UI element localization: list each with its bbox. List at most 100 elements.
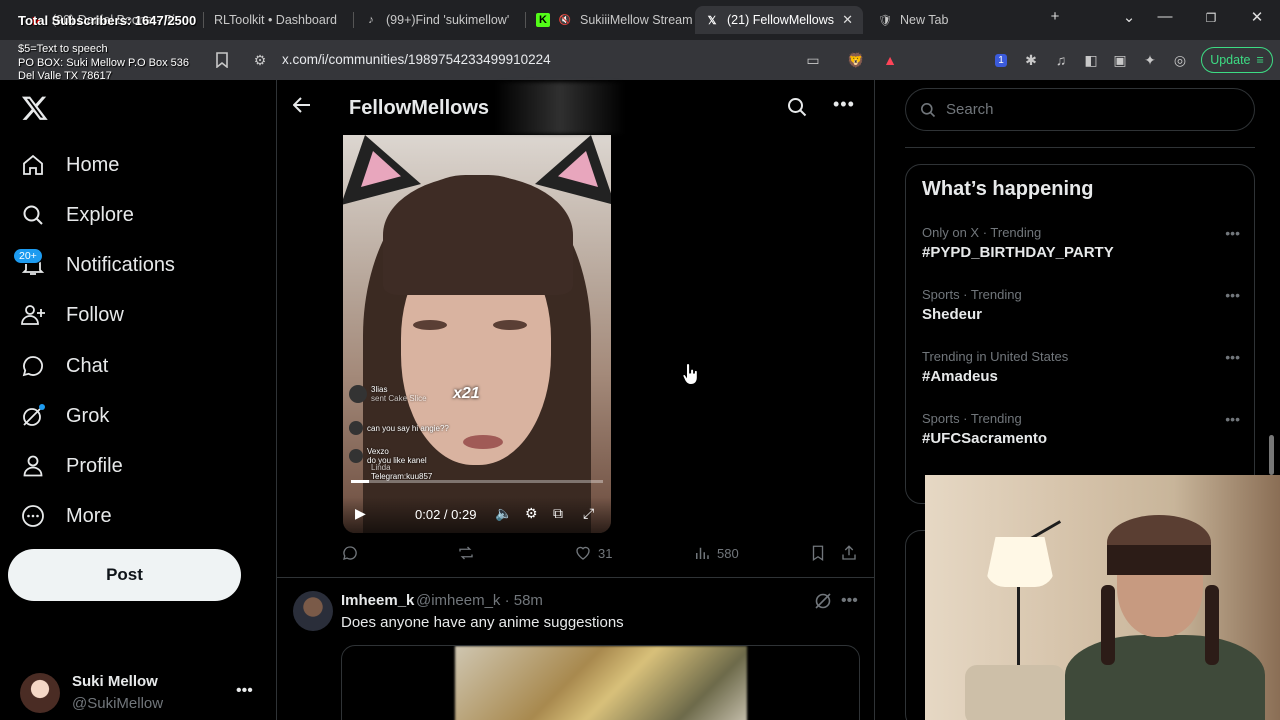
- repost-icon: [459, 546, 473, 560]
- tab-label: SukiiiMellow Stream: [580, 13, 693, 27]
- settings-icon[interactable]: ⚙: [525, 505, 538, 522]
- more-horizontal-icon[interactable]: •••: [1225, 349, 1240, 365]
- sidebar-toggle-icon[interactable]: ◧: [1081, 50, 1101, 70]
- bookmark-icon: [812, 545, 824, 562]
- section-divider: [905, 147, 1255, 148]
- restore-icon[interactable]: ❐: [1199, 11, 1223, 25]
- more-horizontal-icon[interactable]: •••: [833, 94, 855, 115]
- share-icon: [842, 545, 856, 560]
- tab-tiktok[interactable]: ♪ (99+)Find 'sukimellow': [354, 6, 524, 34]
- scrollbar-thumb[interactable]: [1269, 435, 1274, 475]
- sidebar-item-home[interactable]: Home: [20, 145, 119, 185]
- share-button[interactable]: [840, 544, 858, 562]
- post-button[interactable]: Post: [8, 549, 241, 601]
- chat-avatar: [349, 385, 367, 403]
- chat-user: Vexzo: [367, 447, 389, 456]
- post-media[interactable]: [341, 645, 860, 720]
- video-progress-bar[interactable]: [351, 480, 603, 483]
- video-mouth: [463, 435, 503, 449]
- picture-in-picture-icon[interactable]: ⧉: [553, 505, 563, 522]
- account-handle: @SukiMellow: [72, 695, 164, 712]
- heart-icon: [576, 546, 590, 560]
- trend-item[interactable]: Sports · Trending #UFCSacramento •••: [922, 411, 1240, 461]
- extension-account-icon[interactable]: 1: [991, 50, 1011, 70]
- chat-user: Linda: [371, 463, 391, 472]
- url-field[interactable]: x.com/i/communities/1989754233499910224: [282, 52, 551, 67]
- more-horizontal-icon[interactable]: •••: [1225, 411, 1240, 427]
- account-name[interactable]: Suki Mellow: [72, 673, 158, 690]
- more-circle-icon: [20, 503, 46, 529]
- avatar[interactable]: [293, 591, 333, 631]
- window-close-icon[interactable]: ✕: [1245, 8, 1269, 26]
- avatar[interactable]: [20, 673, 60, 713]
- brave-rewards-icon[interactable]: ▲: [880, 50, 900, 70]
- update-button[interactable]: Update ≡: [1201, 47, 1273, 73]
- panel-title: What’s happening: [922, 178, 1094, 200]
- streamer-body: [1065, 635, 1265, 720]
- view-count: 580: [717, 545, 739, 561]
- back-arrow-icon[interactable]: [292, 96, 311, 119]
- search-icon[interactable]: [787, 97, 807, 122]
- braid-right: [1205, 585, 1219, 665]
- muted-icon[interactable]: 🔇: [558, 13, 572, 27]
- new-tab-icon[interactable]: +: [1043, 8, 1067, 25]
- site-settings-icon[interactable]: ⚙: [250, 50, 270, 70]
- follow-icon: [20, 302, 46, 328]
- sidebar-item-grok[interactable]: Grok: [20, 396, 109, 436]
- tab-label: New Tab: [900, 13, 949, 27]
- community-header: FellowMellows •••: [277, 80, 874, 135]
- po-box-line: PO BOX: Suki Mellow P.O Box 536: [18, 56, 189, 69]
- sidebar-item-profile[interactable]: Profile: [20, 446, 123, 486]
- video-player[interactable]: 3lias sent Cake Slice x21 can you say hi …: [343, 135, 611, 533]
- sidebar-item-more[interactable]: More: [20, 496, 112, 536]
- sidebar-item-label: Explore: [66, 203, 134, 226]
- tab-kick[interactable]: K 🔇 SukiiiMellow Stream: [526, 6, 694, 34]
- minimize-icon[interactable]: —: [1153, 8, 1177, 25]
- play-icon[interactable]: ▶: [355, 505, 366, 522]
- cast-icon[interactable]: ▭: [803, 50, 823, 70]
- views-button[interactable]: 580: [693, 544, 739, 562]
- more-horizontal-icon[interactable]: •••: [1225, 225, 1240, 241]
- leo-ai-icon[interactable]: ✦: [1140, 50, 1160, 70]
- trend-item[interactable]: Sports · Trending Shedeur •••: [922, 287, 1240, 337]
- sidebar-item-notifications[interactable]: Notifications: [20, 245, 175, 285]
- trend-item[interactable]: Trending in United States #Amadeus •••: [922, 349, 1240, 399]
- grok-icon[interactable]: [814, 592, 832, 615]
- chat-icon: [20, 353, 46, 379]
- extensions-icon[interactable]: ✱: [1021, 50, 1041, 70]
- tab-fellowmellows[interactable]: 𝕏 (21) FellowMellows ✕: [695, 6, 863, 34]
- trend-item[interactable]: Only on X · Trending #PYPD_BIRTHDAY_PART…: [922, 225, 1240, 275]
- search-input[interactable]: [946, 101, 1226, 118]
- couch: [965, 665, 1065, 720]
- more-horizontal-icon[interactable]: •••: [236, 682, 253, 700]
- post-author-name[interactable]: Imheem_k: [341, 592, 414, 609]
- bookmark-button[interactable]: [809, 544, 827, 562]
- reply-button[interactable]: [341, 544, 359, 562]
- wallet-icon[interactable]: ▣: [1110, 50, 1130, 70]
- bookmark-icon[interactable]: [212, 50, 232, 70]
- vpn-icon[interactable]: ◎: [1170, 50, 1190, 70]
- post-divider: [277, 577, 874, 578]
- fullscreen-icon[interactable]: ⤢: [583, 505, 594, 522]
- like-button[interactable]: 31: [574, 544, 612, 562]
- close-icon[interactable]: ✕: [842, 12, 853, 28]
- volume-icon[interactable]: 🔈: [495, 505, 512, 522]
- search-field[interactable]: [905, 88, 1255, 131]
- more-horizontal-icon[interactable]: •••: [841, 592, 858, 610]
- more-horizontal-icon[interactable]: •••: [1225, 287, 1240, 303]
- sidebar-item-explore[interactable]: Explore: [20, 195, 134, 235]
- live-chat-message: can you say hi angie??: [349, 421, 449, 435]
- update-label: Update: [1210, 53, 1251, 67]
- tab-rltoolkit[interactable]: RLToolkit • Dashboard: [204, 6, 352, 34]
- chevron-down-icon[interactable]: ⌄: [1117, 8, 1141, 26]
- brave-icon: 🛡: [878, 14, 892, 27]
- repost-button[interactable]: [457, 544, 475, 562]
- sidebar-item-follow[interactable]: Follow: [20, 295, 124, 335]
- x-logo-icon[interactable]: [21, 94, 49, 122]
- brave-shield-icon[interactable]: 🦁: [846, 50, 866, 70]
- sidebar-item-chat[interactable]: Chat: [20, 346, 108, 386]
- post-author-handle[interactable]: @imheem_k · 58m: [416, 592, 543, 609]
- tab-new-tab[interactable]: 🛡 New Tab: [868, 6, 1038, 34]
- main-timeline: 3lias sent Cake Slice x21 can you say hi …: [276, 80, 875, 720]
- media-icon[interactable]: ♫: [1051, 50, 1071, 70]
